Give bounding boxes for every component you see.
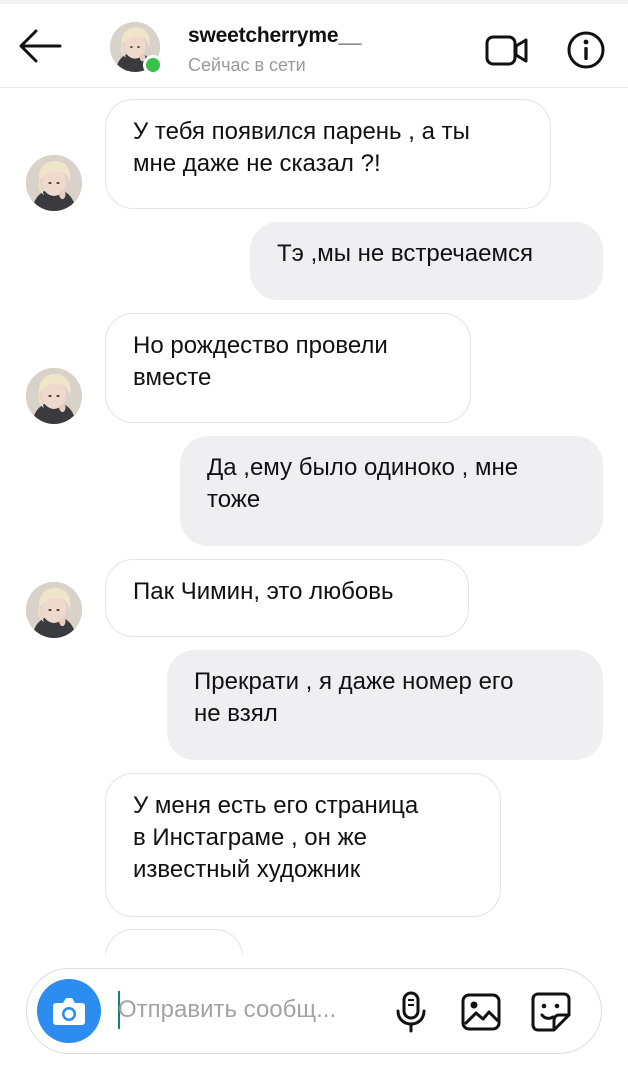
message-incoming[interactable]: Пак Чимин, это любовь: [105, 559, 469, 637]
info-icon: [567, 31, 605, 69]
message-composer: [26, 968, 602, 1054]
header-avatar[interactable]: [110, 22, 163, 75]
message-thread[interactable]: У тебя появился парень , а ты мне даже н…: [0, 89, 628, 955]
chat-username[interactable]: sweetcherryme__: [188, 24, 361, 48]
chat-header: sweetcherryme__ Сейчас в сети: [0, 4, 628, 88]
video-call-button[interactable]: [483, 30, 531, 70]
online-status: Сейчас в сети: [188, 55, 306, 75]
info-button[interactable]: [566, 30, 606, 70]
camera-button[interactable]: [37, 979, 101, 1043]
microphone-icon: [396, 991, 426, 1033]
message-outgoing[interactable]: Прекрати , я даже номер его не взял: [167, 650, 603, 760]
sender-avatar[interactable]: [26, 582, 82, 638]
back-arrow-icon: [19, 29, 62, 63]
sticker-icon: [531, 992, 571, 1032]
message-incoming-partial[interactable]: [105, 929, 243, 955]
video-call-icon: [485, 35, 528, 66]
online-indicator: [143, 55, 163, 75]
sender-avatar[interactable]: [26, 155, 82, 211]
voice-message-button[interactable]: [395, 991, 427, 1033]
back-button[interactable]: [16, 26, 64, 66]
message-outgoing[interactable]: Да ,ему было одиноко , мне тоже: [180, 436, 603, 546]
message-input[interactable]: [118, 987, 378, 1033]
sender-avatar[interactable]: [26, 368, 82, 424]
message-incoming[interactable]: Но рождество провели вместе: [105, 313, 471, 423]
message-outgoing[interactable]: Тэ ,мы не встречаемся: [250, 222, 603, 300]
gallery-icon: [461, 993, 501, 1031]
message-incoming[interactable]: У меня есть его страница в Инстаграме , …: [105, 773, 501, 917]
message-incoming[interactable]: У тебя появился парень , а ты мне даже н…: [105, 99, 551, 209]
sticker-button[interactable]: [530, 991, 572, 1033]
camera-icon: [53, 998, 85, 1025]
gallery-button[interactable]: [461, 993, 501, 1031]
